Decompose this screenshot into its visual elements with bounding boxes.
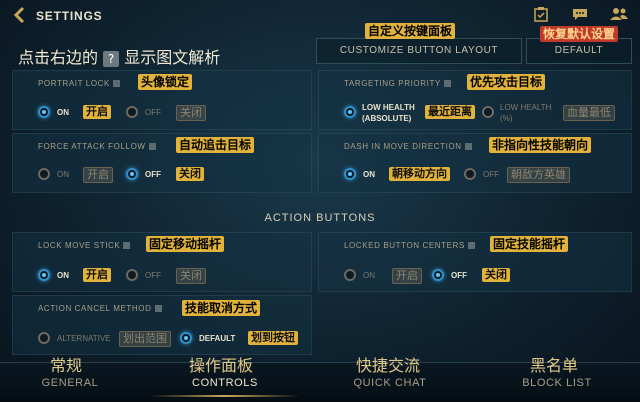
locked-centers-on-tag: 开启 bbox=[392, 268, 422, 284]
action-cancel-default-label: DEFAULT bbox=[199, 334, 236, 343]
chat-icon[interactable] bbox=[572, 8, 588, 26]
action-cancel-label: ACTION CANCEL METHOD bbox=[38, 304, 162, 313]
portrait-lock-label: PORTRAIT LOCK bbox=[38, 79, 120, 88]
help-hint-text: 点击右边的 bbox=[18, 48, 99, 67]
nav-active-underline bbox=[150, 395, 300, 397]
clipboard-icon[interactable] bbox=[534, 6, 548, 27]
nav-general-cn: 常规 bbox=[50, 356, 83, 375]
help-icon[interactable] bbox=[467, 242, 475, 250]
locked-button-centers-label: LOCKED BUTTON CENTERS bbox=[344, 241, 475, 250]
default-tag: 恢复默认设置 bbox=[540, 26, 619, 42]
help-hint: 点击右边的 ? 显示图文解析 bbox=[18, 44, 220, 68]
nav-quick-chat[interactable]: QUICK CHAT bbox=[330, 377, 450, 389]
dash-direction-off-label: OFF bbox=[483, 170, 499, 179]
friends-icon[interactable] bbox=[610, 7, 628, 26]
nav-quick-chat-cn: 快捷交流 bbox=[356, 356, 421, 375]
portrait-lock-tag: 头像锁定 bbox=[138, 74, 193, 90]
lock-move-stick-off-radio[interactable] bbox=[126, 269, 138, 281]
force-attack-follow-tag: 自动追击目标 bbox=[176, 137, 255, 153]
dash-direction-on-label: ON bbox=[363, 170, 375, 179]
locked-centers-off-radio[interactable] bbox=[432, 269, 444, 281]
force-attack-off-radio[interactable] bbox=[126, 168, 138, 180]
help-icon[interactable] bbox=[154, 305, 162, 313]
help-icon[interactable] bbox=[112, 80, 120, 88]
nav-controls[interactable]: CONTROLS bbox=[165, 377, 285, 389]
nav-general[interactable]: GENERAL bbox=[10, 377, 130, 389]
action-cancel-default-radio[interactable] bbox=[180, 332, 192, 344]
customize-button-label: CUSTOMIZE BUTTON LAYOUT bbox=[339, 45, 499, 56]
portrait-lock-on-tag: 开启 bbox=[83, 105, 111, 119]
dash-direction-off-tag: 朝敌方英雄 bbox=[507, 167, 570, 183]
force-attack-off-tag: 关闭 bbox=[176, 167, 204, 181]
targeting-low-health-abs-radio[interactable] bbox=[344, 106, 356, 118]
locked-button-centers-tag: 固定技能摇杆 bbox=[490, 236, 569, 252]
targeting-opt2-tag: 血量最低 bbox=[563, 105, 615, 121]
default-button-label: DEFAULT bbox=[554, 45, 604, 56]
targeting-opt1-tag: 最近距离 bbox=[425, 105, 475, 119]
portrait-lock-off-radio[interactable] bbox=[126, 106, 138, 118]
help-question-icon: ? bbox=[103, 50, 120, 67]
chevron-left-icon bbox=[13, 6, 25, 24]
dash-direction-off-radio[interactable] bbox=[464, 168, 476, 180]
nav-block-list-cn: 黑名单 bbox=[530, 356, 579, 375]
lock-move-stick-tag: 固定移动摇杆 bbox=[146, 236, 225, 252]
force-attack-on-radio[interactable] bbox=[38, 168, 50, 180]
customize-button-layout-button[interactable]: CUSTOMIZE BUTTON LAYOUT bbox=[316, 38, 522, 64]
dash-direction-on-tag: 朝移动方向 bbox=[389, 167, 450, 181]
lock-move-stick-off-label: OFF bbox=[145, 271, 161, 280]
help-icon[interactable] bbox=[464, 143, 472, 151]
force-attack-off-label: OFF bbox=[145, 170, 161, 179]
locked-centers-off-tag: 关闭 bbox=[482, 268, 510, 282]
targeting-low-health-pct-radio[interactable] bbox=[482, 106, 494, 118]
page-title: SETTINGS bbox=[36, 9, 103, 23]
dash-direction-tag: 非指向性技能朝向 bbox=[489, 137, 592, 153]
locked-centers-on-radio[interactable] bbox=[344, 269, 356, 281]
locked-centers-off-label: OFF bbox=[451, 271, 467, 280]
targeting-opt2-label: LOW HEALTH (%) bbox=[500, 103, 552, 123]
dash-direction-label: DASH IN MOVE DIRECTION bbox=[344, 142, 472, 151]
force-attack-on-label: ON bbox=[57, 170, 69, 179]
targeting-opt1-label: LOW HEALTH (ABSOLUTE) bbox=[362, 103, 415, 123]
action-cancel-alternative-radio[interactable] bbox=[38, 332, 50, 344]
action-cancel-default-tag: 划到按钮 bbox=[248, 331, 298, 345]
help-icon[interactable] bbox=[123, 242, 131, 250]
back-button[interactable] bbox=[10, 5, 30, 25]
portrait-lock-on-radio[interactable] bbox=[38, 106, 50, 118]
lock-move-stick-on-radio[interactable] bbox=[38, 269, 50, 281]
force-attack-follow-label: FORCE ATTACK FOLLOW bbox=[38, 142, 156, 151]
lock-move-stick-off-tag: 关闭 bbox=[176, 268, 206, 284]
customize-tag: 自定义按键面板 bbox=[365, 23, 456, 39]
action-buttons-heading: ACTION BUTTONS bbox=[264, 212, 376, 224]
force-attack-on-tag: 开启 bbox=[83, 167, 113, 183]
action-cancel-alternative-label: ALTERNATIVE bbox=[57, 334, 111, 343]
locked-centers-on-label: ON bbox=[363, 271, 375, 280]
lock-move-stick-on-label: ON bbox=[57, 271, 69, 280]
nav-controls-cn: 操作面板 bbox=[189, 356, 254, 375]
help-hint-text-2: 显示图文解析 bbox=[124, 48, 221, 67]
action-cancel-alternative-tag: 划出范围 bbox=[119, 331, 171, 347]
lock-move-stick-on-tag: 开启 bbox=[83, 268, 111, 282]
targeting-priority-tag: 优先攻击目标 bbox=[467, 74, 546, 90]
nav-block-list[interactable]: BLOCK LIST bbox=[497, 377, 617, 389]
targeting-priority-label: TARGETING PRIORITY bbox=[344, 79, 451, 88]
help-icon[interactable] bbox=[443, 80, 451, 88]
lock-move-stick-label: LOCK MOVE STICK bbox=[38, 241, 131, 250]
help-icon[interactable] bbox=[148, 143, 156, 151]
action-cancel-tag: 技能取消方式 bbox=[182, 300, 261, 316]
portrait-lock-off-tag: 关闭 bbox=[176, 105, 206, 121]
portrait-lock-on-label: ON bbox=[57, 108, 69, 117]
dash-direction-on-radio[interactable] bbox=[344, 168, 356, 180]
portrait-lock-off-label: OFF bbox=[145, 108, 161, 117]
